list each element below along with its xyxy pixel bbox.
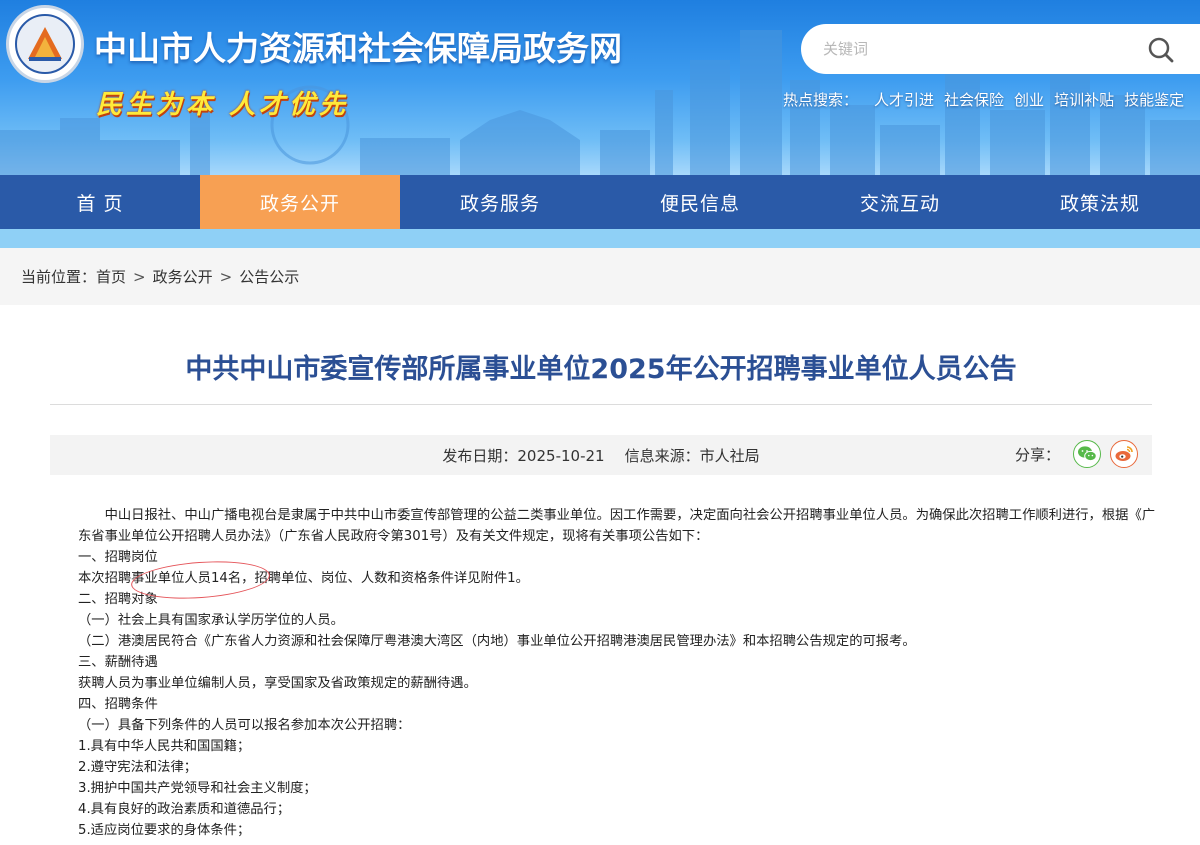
article-paragraph: （一）社会上具有国家承认学历学位的人员。 — [78, 613, 344, 628]
title-divider — [50, 404, 1152, 405]
search-box — [801, 24, 1200, 74]
share-weibo-button[interactable] — [1110, 440, 1138, 468]
site-slogan: 民生为本 人才优先 — [96, 90, 350, 120]
article-paragraph: 获聘人员为事业单位编制人员，享受国家及省政策规定的薪酬待遇。 — [78, 676, 477, 691]
search-input[interactable] — [823, 29, 1143, 69]
breadcrumb: 当前位置： 首页 > 政务公开 > 公告公示 — [0, 248, 1200, 305]
list-item: 5.适应岗位要求的身体条件； — [78, 823, 251, 838]
breadcrumb-label: 当前位置： — [21, 268, 97, 286]
article-title: 中共中山市委宣传部所属事业单位2025年公开招聘事业单位人员公告 — [185, 354, 1017, 385]
share-label: 分享： — [1014, 445, 1060, 464]
share-group: 分享： — [1015, 440, 1138, 468]
list-item: 3.拥护中国共产党领导和社会主义制度； — [78, 781, 317, 796]
nav-divider-strip — [0, 229, 1200, 248]
list-item: 2.遵守宪法和法律； — [78, 760, 198, 775]
hot-search-link[interactable]: 技能鉴定 — [1124, 89, 1184, 110]
section-heading: 四、招聘条件 — [78, 697, 158, 712]
breadcrumb-announcements[interactable]: 公告公示 — [239, 266, 299, 287]
section-heading: 二、招聘对象 — [78, 592, 158, 607]
hot-search-link[interactable]: 人才引进 — [874, 89, 934, 110]
publish-date: 发布日期：2025-10-21 — [442, 446, 605, 465]
weibo-icon — [1115, 446, 1133, 461]
breadcrumb-home[interactable]: 首页 — [96, 266, 126, 287]
article-paragraph: 中山日报社、中山广播电视台是隶属于中共中山市委宣传部管理的公益二类事业单位。因工… — [78, 508, 1156, 544]
nav-item-interaction[interactable]: 交流互动 — [800, 175, 1000, 229]
nav-item-government-services[interactable]: 政务服务 — [400, 175, 600, 229]
article-paragraph: （二）港澳居民符合《广东省人力资源和社会保障厅粤港澳大湾区（内地）事业单位公开招… — [78, 634, 916, 649]
info-source: 信息来源：市人社局 — [624, 446, 760, 465]
search-icon — [1148, 37, 1174, 63]
emblem-icon — [15, 14, 75, 74]
breadcrumb-government-affairs[interactable]: 政务公开 — [153, 266, 213, 287]
nav-item-public-info[interactable]: 便民信息 — [600, 175, 800, 229]
list-item: 1.具有中华人民共和国国籍； — [78, 739, 251, 754]
list-item: 4.具有良好的政治素质和道德品行； — [78, 802, 291, 817]
nav-item-home[interactable]: 首 页 — [0, 175, 200, 229]
hot-search-link[interactable]: 社会保险 — [944, 89, 1004, 110]
article-meta: 发布日期：2025-10-21 信息来源：市人社局 — [50, 435, 1152, 475]
wechat-icon — [1078, 446, 1097, 462]
hot-search-link[interactable]: 培训补贴 — [1054, 89, 1114, 110]
article-meta-bar: 发布日期：2025-10-21 信息来源：市人社局 分享： — [50, 435, 1152, 475]
article-paragraph: 本次招聘事业单位人员14名，招聘单位、岗位、人数和资格条件详见附件1。 — [78, 571, 529, 586]
search-button[interactable] — [1146, 35, 1176, 65]
site-logo[interactable] — [6, 5, 84, 83]
main-nav: 首 页 政务公开 政务服务 便民信息 交流互动 政策法规 — [0, 175, 1200, 229]
nav-item-policies[interactable]: 政策法规 — [1000, 175, 1200, 229]
section-heading: 三、薪酬待遇 — [78, 655, 158, 670]
site-title: 中山市人力资源和社会保障局政务网 — [94, 29, 622, 68]
section-heading: 一、招聘岗位 — [78, 550, 158, 565]
site-header: 中山市人力资源和社会保障局政务网 民生为本 人才优先 热点搜索： 人才引进 社会… — [0, 0, 1200, 175]
hot-search-link[interactable]: 创业 — [1014, 89, 1044, 110]
article-paragraph: （一）具备下列条件的人员可以报名参加本次公开招聘： — [78, 718, 411, 733]
article-body: 中山日报社、中山广播电视台是隶属于中共中山市委宣传部管理的公益二类事业单位。因工… — [78, 505, 1156, 841]
breadcrumb-separator: > — [219, 267, 233, 286]
hot-search-label: 热点搜索： — [783, 91, 859, 109]
hot-search: 热点搜索： 人才引进 社会保险 创业 培训补贴 技能鉴定 — [783, 89, 1194, 110]
breadcrumb-separator: > — [133, 267, 146, 286]
nav-item-government-affairs[interactable]: 政务公开 — [200, 175, 400, 229]
share-wechat-button[interactable] — [1073, 440, 1101, 468]
